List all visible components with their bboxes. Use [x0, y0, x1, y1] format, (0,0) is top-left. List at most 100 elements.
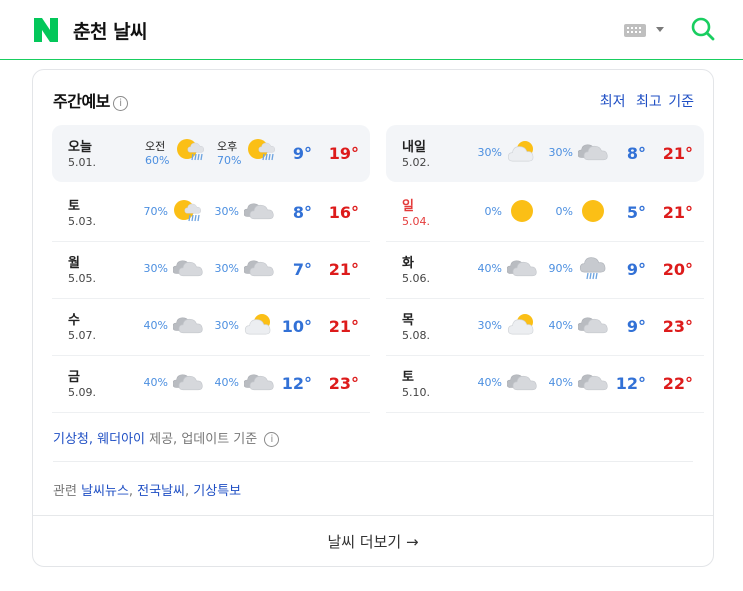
date-label: 5.10.	[402, 386, 430, 399]
day-label: 월	[68, 256, 80, 271]
partly-cloudy-icon	[507, 312, 537, 338]
sun-cloud-rain-icon	[247, 137, 277, 163]
cloudy-icon	[172, 312, 203, 338]
row-separator	[386, 412, 704, 413]
card-title-text: 주간예보	[53, 92, 110, 111]
search-icon[interactable]	[690, 16, 716, 42]
pm-rain-chance: 40%	[548, 319, 573, 332]
date-label: 5.03.	[68, 215, 96, 228]
provider-info: 기상청, 웨더아이 제공, 업데이트 기준 i	[53, 428, 280, 447]
min-temp: 12°	[615, 374, 646, 393]
date-label: 5.05.	[68, 272, 96, 285]
max-temp: 23°	[328, 374, 359, 393]
am-rain-chance: 40%	[143, 376, 168, 389]
max-temp: 21°	[328, 260, 359, 279]
pm-rain-chance: 30%	[214, 319, 239, 332]
divider	[53, 461, 693, 462]
related-link-alerts[interactable]: 기상특보	[193, 484, 241, 499]
sun-cloud-rain-icon	[173, 198, 203, 224]
day-label: 일	[402, 199, 414, 214]
pm-rain-chance: 30%	[548, 146, 573, 159]
am-rain-chance: 40%	[143, 319, 168, 332]
max-temp: 22°	[662, 374, 693, 393]
am-label: 오전	[145, 140, 166, 153]
am-rain-chance: 40%	[477, 262, 502, 275]
forecast-day: 내일 5.02. 30% 30% 8° 21°	[386, 125, 704, 182]
date-label: 5.06.	[402, 272, 430, 285]
day-label: 내일	[402, 140, 426, 155]
max-temp: 21°	[662, 144, 693, 163]
am-rain-chance: 30%	[477, 319, 502, 332]
pm-rain-chance: 40%	[548, 376, 573, 389]
date-label: 5.09.	[68, 386, 96, 399]
partly-cloudy-icon	[244, 312, 274, 338]
row-separator	[52, 412, 370, 413]
day-label: 토	[402, 370, 414, 385]
provider-text: 제공, 업데이트 기준	[149, 432, 258, 447]
cloudy-icon	[506, 255, 537, 281]
forecast-day: 월 5.05. 30% 30% 7° 21°	[52, 241, 370, 298]
pm-rain-chance: 30%	[214, 262, 239, 275]
naver-logo-icon[interactable]	[31, 15, 61, 45]
forecast-day: 일 5.04. 0% 0% 5° 21°	[386, 184, 704, 241]
date-label: 5.01.	[68, 156, 96, 169]
sunny-icon	[507, 198, 537, 224]
min-temp: 8°	[626, 144, 646, 163]
min-temp: 7°	[292, 260, 312, 279]
cloudy-icon	[577, 369, 608, 395]
min-temp: 9°	[292, 144, 312, 163]
cloudy-icon	[243, 369, 274, 395]
legend-max: 최고	[636, 94, 662, 110]
day-label: 금	[68, 370, 80, 385]
cloudy-icon	[506, 369, 537, 395]
cloudy-icon	[243, 198, 274, 224]
info-icon[interactable]: i	[112, 96, 128, 111]
pm-rain-chance: 40%	[214, 376, 239, 389]
max-temp: 19°	[328, 144, 359, 163]
forecast-day: 화 5.06. 40% 90% 9° 20°	[386, 241, 704, 298]
am-rain-chance: 70%	[143, 205, 168, 218]
temperature-legend: 최저 최고 기준	[594, 91, 694, 111]
weekly-forecast-card: 주간예보 i 최저 최고 기준 오늘 5.01. 오전 60% 오후 70% 9° 19° 내…	[32, 69, 714, 567]
date-label: 5.04.	[402, 215, 430, 228]
related-prefix: 관련	[53, 484, 77, 499]
max-temp: 21°	[328, 317, 359, 336]
forecast-day: 오늘 5.01. 오전 60% 오후 70% 9° 19°	[52, 125, 370, 182]
min-temp: 8°	[292, 203, 312, 222]
forecast-day: 목 5.08. 30% 40% 9° 23°	[386, 298, 704, 355]
pm-rain-chance: 0%	[555, 205, 573, 218]
rain-cloud-icon	[578, 255, 608, 281]
forecast-day: 금 5.09. 40% 40% 12° 23°	[52, 355, 370, 412]
search-header: 춘천 날씨	[0, 0, 743, 60]
day-label: 목	[402, 313, 414, 328]
am-rain-chance: 60%	[145, 154, 170, 167]
am-rain-chance: 0%	[484, 205, 502, 218]
more-weather-button[interactable]: 날씨 더보기 →	[33, 515, 713, 567]
sunny-icon	[578, 198, 608, 224]
related-link-nationwide[interactable]: 전국날씨	[137, 484, 185, 499]
pm-rain-chance: 30%	[214, 205, 239, 218]
min-temp: 12°	[281, 374, 312, 393]
am-rain-chance: 30%	[477, 146, 502, 159]
keyboard-icon[interactable]	[624, 24, 646, 37]
day-label: 수	[68, 313, 80, 328]
chevron-down-icon[interactable]	[656, 27, 664, 32]
day-label: 토	[68, 199, 80, 214]
pm-rain-chance: 70%	[217, 154, 242, 167]
info-icon[interactable]: i	[264, 432, 280, 447]
date-label: 5.08.	[402, 329, 430, 342]
date-label: 5.07.	[68, 329, 96, 342]
cloudy-icon	[577, 312, 608, 338]
search-query[interactable]: 춘천 날씨	[73, 17, 148, 44]
min-temp: 9°	[626, 317, 646, 336]
related-link-news[interactable]: 날씨뉴스	[81, 484, 129, 499]
max-temp: 23°	[662, 317, 693, 336]
provider-link[interactable]: 기상청, 웨더아이	[53, 432, 145, 447]
sun-cloud-rain-icon	[176, 137, 206, 163]
max-temp: 21°	[662, 203, 693, 222]
max-temp: 16°	[328, 203, 359, 222]
cloudy-icon	[243, 255, 274, 281]
cloudy-icon	[172, 255, 203, 281]
forecast-day: 토 5.10. 40% 40% 12° 22°	[386, 355, 704, 412]
min-temp: 5°	[626, 203, 646, 222]
